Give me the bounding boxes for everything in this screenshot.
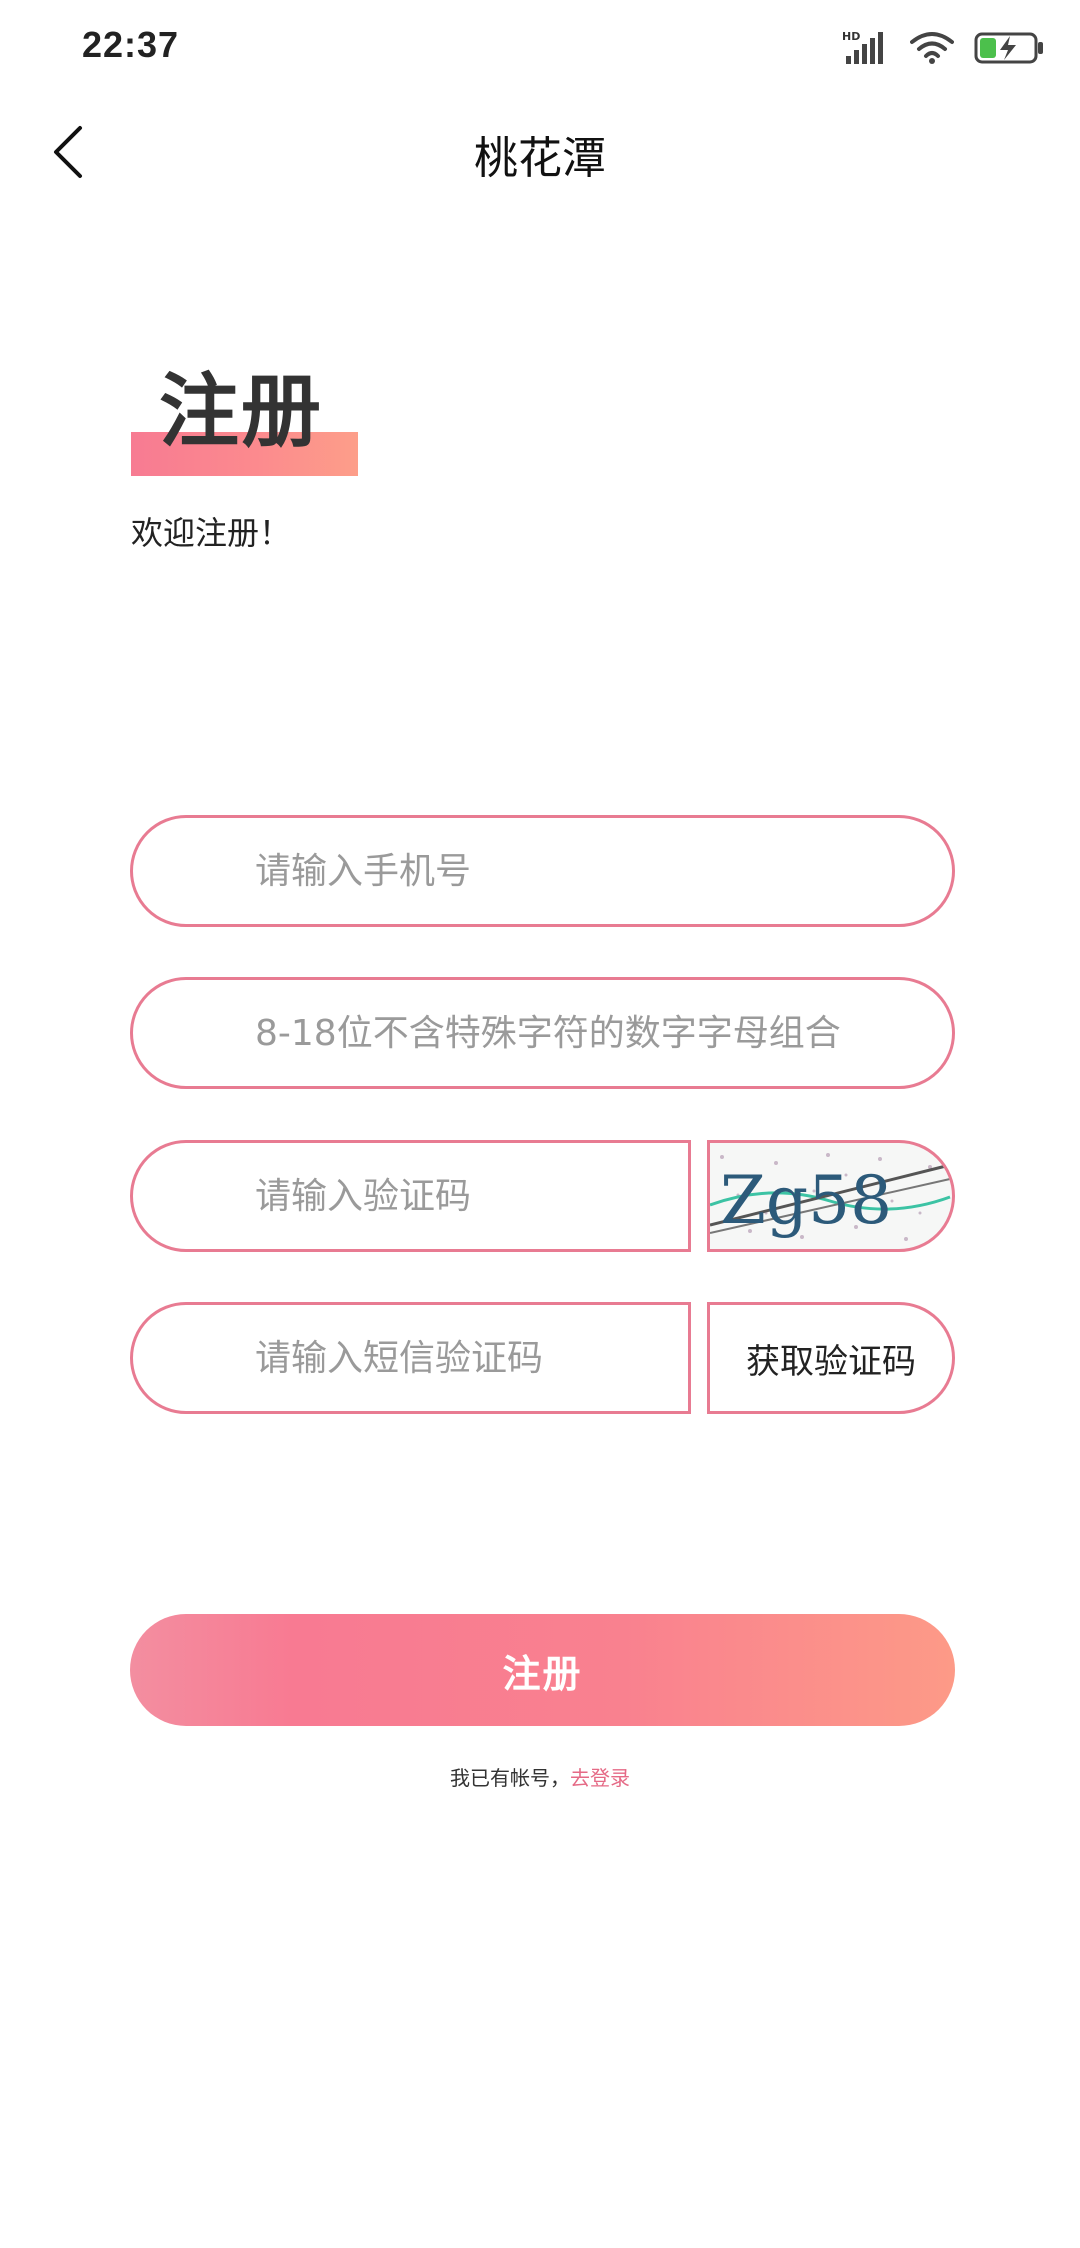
status-icons: HD — [842, 26, 1044, 70]
register-button[interactable]: 注册 — [130, 1614, 955, 1726]
wifi-icon — [910, 30, 954, 66]
password-field — [130, 977, 955, 1089]
heading-title: 注册 — [159, 365, 323, 458]
phone-field — [130, 815, 955, 927]
battery-charging-icon — [974, 30, 1044, 66]
login-link[interactable]: 去登录 — [570, 1766, 630, 1790]
captcha-text: Zg58 — [720, 1162, 892, 1239]
sms-code-input[interactable] — [133, 1305, 688, 1411]
nav-bar: 桃花潭 — [0, 96, 1080, 206]
has-account-text: 我已有帐号， — [450, 1766, 570, 1790]
captcha-input[interactable] — [133, 1143, 688, 1249]
signal-icon: HD — [842, 30, 890, 66]
password-input[interactable] — [133, 980, 952, 1086]
phone-input[interactable] — [133, 818, 952, 924]
status-time: 22:37 — [82, 24, 180, 65]
network-label: HD — [842, 30, 860, 43]
login-prompt: 我已有帐号，去登录 — [0, 1762, 1080, 1791]
captcha-field — [130, 1140, 691, 1252]
captcha-image[interactable]: Zg58 — [707, 1140, 955, 1252]
get-code-button[interactable]: 获取验证码 — [707, 1302, 955, 1414]
page-title: 桃花潭 — [474, 133, 606, 184]
register-heading: 注册 — [131, 360, 471, 480]
welcome-text: 欢迎注册！ — [131, 514, 292, 552]
status-bar: 22:37 HD — [0, 0, 1080, 96]
sms-code-field — [130, 1302, 691, 1414]
